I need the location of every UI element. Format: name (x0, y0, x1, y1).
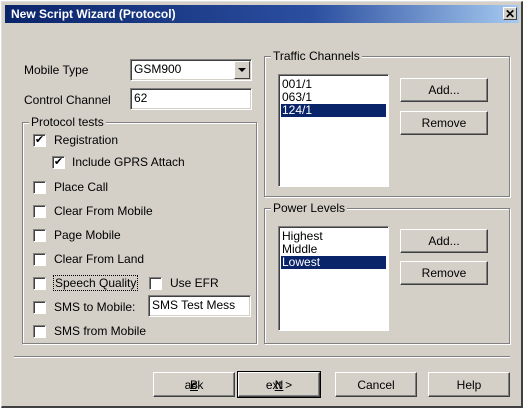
traffic-channels-title: Traffic Channels (271, 49, 362, 63)
cancel-label: Cancel (357, 377, 395, 392)
power-add-button[interactable]: Add... (400, 229, 488, 253)
separator (14, 356, 510, 358)
control-channel-label: Control Channel (24, 93, 111, 107)
title-bar[interactable]: New Script Wizard (Protocol) ✕ (5, 5, 519, 23)
control-channel-input[interactable]: 62 (130, 88, 252, 110)
traffic-remove-label: Remove (421, 116, 467, 130)
next-label: Next > (239, 378, 319, 392)
next-rest: ext > (265, 377, 293, 392)
traffic-add-button[interactable]: Add... (400, 78, 488, 102)
back-rest: ack (184, 377, 204, 392)
mobile-type-select[interactable]: GSM900 (130, 59, 252, 81)
clear-from-mobile-checkbox[interactable] (33, 205, 46, 218)
close-button[interactable]: ✕ (503, 7, 517, 20)
sms-text-input[interactable]: SMS Test Mess (148, 295, 251, 317)
protocol-tests-title: Protocol tests (29, 115, 106, 129)
back-label: < Back (154, 378, 234, 392)
list-item[interactable]: 124/1 (281, 104, 386, 117)
use-efr-checkbox[interactable] (149, 277, 162, 290)
speech-quality-label: Speech Quality (53, 275, 139, 291)
next-button[interactable]: Next > (237, 371, 321, 398)
close-icon: ✕ (504, 7, 516, 21)
window-title: New Script Wizard (Protocol) (11, 7, 176, 21)
wizard-window: New Script Wizard (Protocol) ✕ Mobile Ty… (1, 1, 523, 408)
sms-from-mobile-checkbox[interactable] (33, 325, 46, 338)
sms-text-value: SMS Test Mess (152, 298, 236, 312)
sms-from-mobile-label: SMS from Mobile (54, 324, 147, 338)
traffic-remove-button[interactable]: Remove (400, 111, 488, 135)
speech-quality-checkbox[interactable] (33, 277, 46, 290)
clear-from-mobile-label: Clear From Mobile (54, 204, 153, 218)
use-efr-label: Use EFR (170, 276, 219, 290)
help-button[interactable]: Help (428, 372, 510, 397)
gprs-attach-checkbox[interactable]: ✔ (52, 156, 65, 169)
sms-to-mobile-checkbox[interactable] (33, 301, 46, 314)
list-item[interactable]: Lowest (281, 256, 386, 269)
place-call-label: Place Call (54, 180, 109, 194)
traffic-channels-list[interactable]: 001/1 063/1 124/1 (278, 74, 389, 187)
power-remove-button[interactable]: Remove (400, 261, 488, 285)
clear-from-land-checkbox[interactable] (33, 253, 46, 266)
mobile-type-value: GSM900 (134, 62, 182, 76)
mobile-type-label: Mobile Type (24, 63, 89, 77)
help-label: Help (456, 377, 482, 392)
sms-to-mobile-label: SMS to Mobile: (54, 300, 136, 314)
power-add-label: Add... (428, 234, 460, 248)
back-button[interactable]: < Back (153, 372, 235, 397)
power-remove-label: Remove (421, 266, 467, 280)
place-call-checkbox[interactable] (33, 181, 46, 194)
power-levels-list[interactable]: Highest Middle Lowest (278, 226, 389, 331)
page-mobile-label: Page Mobile (54, 228, 121, 242)
control-channel-value: 62 (134, 91, 148, 105)
registration-label: Registration (54, 133, 119, 147)
chevron-down-icon (238, 68, 246, 72)
power-levels-title: Power Levels (271, 201, 348, 215)
registration-checkbox[interactable]: ✔ (33, 134, 46, 147)
cancel-button[interactable]: Cancel (335, 372, 417, 397)
traffic-add-label: Add... (428, 83, 460, 97)
page-mobile-checkbox[interactable] (33, 229, 46, 242)
clear-from-land-label: Clear From Land (54, 252, 145, 266)
gprs-attach-label: Include GPRS Attach (72, 155, 185, 169)
dropdown-button[interactable] (234, 61, 250, 79)
